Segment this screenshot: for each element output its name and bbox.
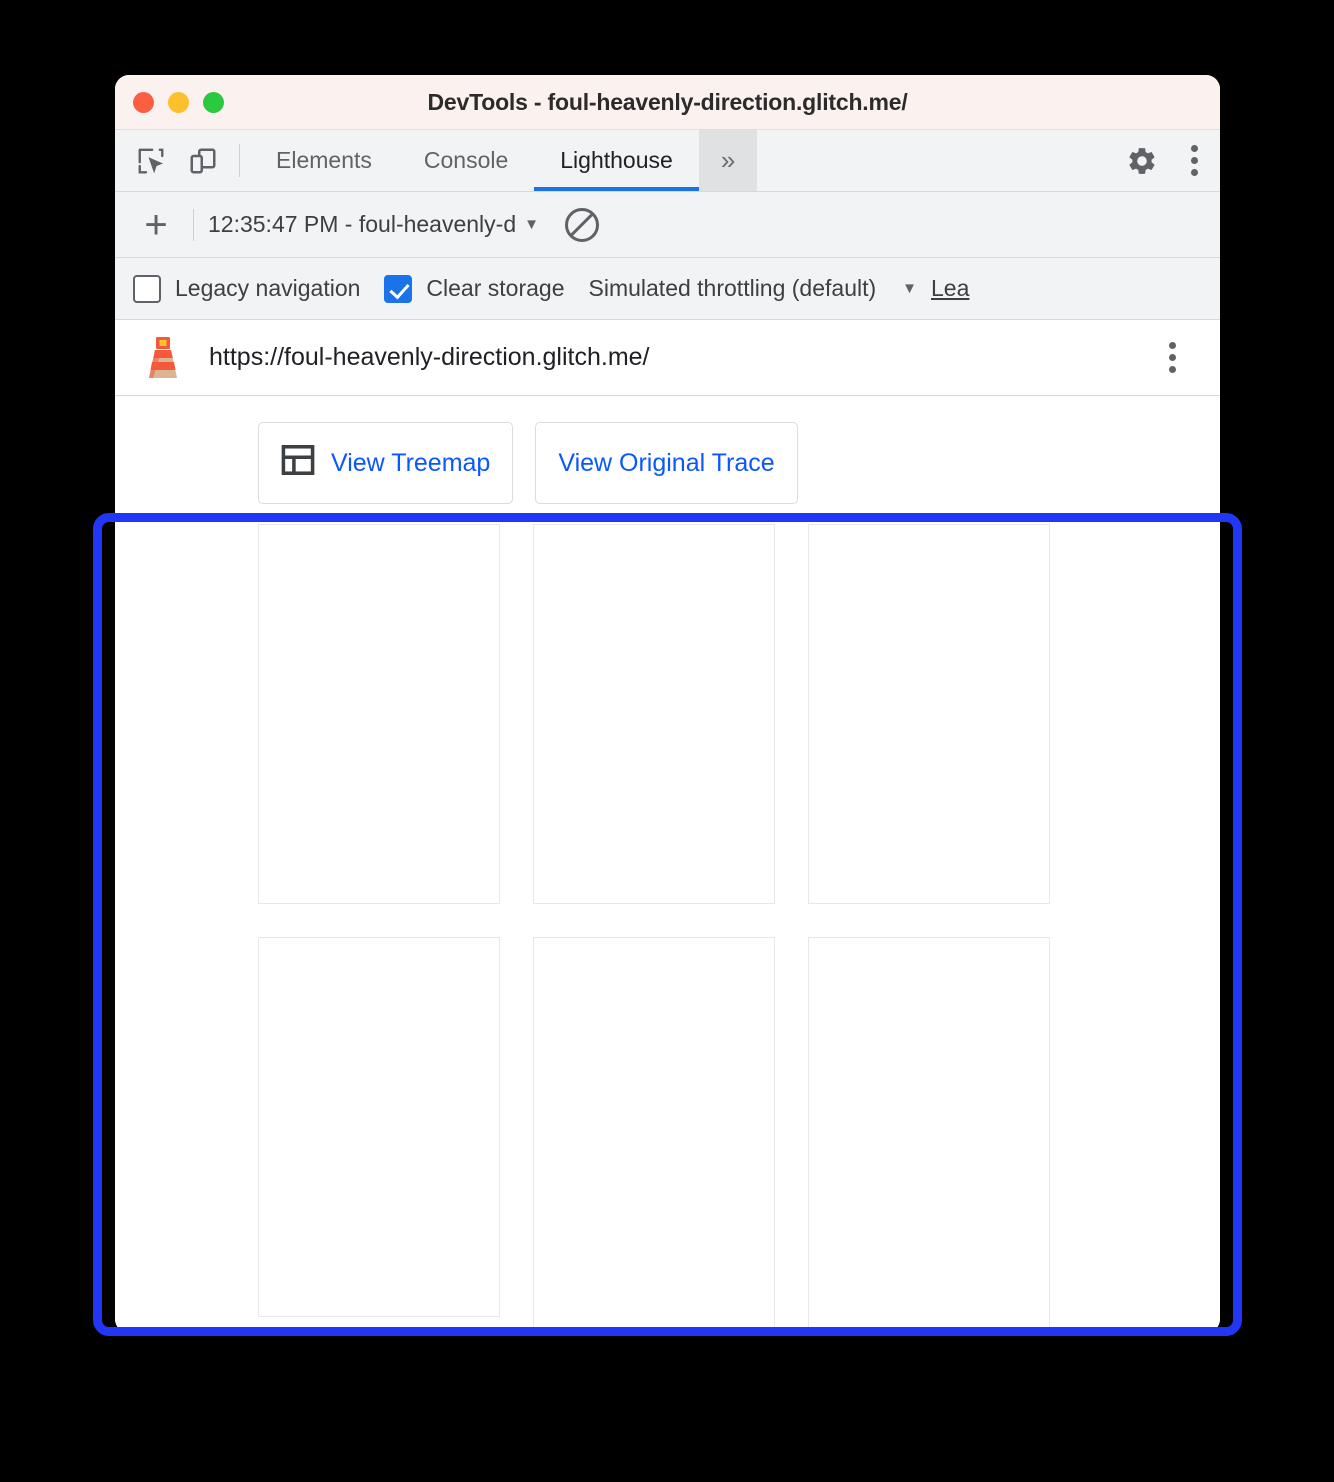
- report-action-buttons: View Treemap View Original Trace: [115, 396, 1220, 504]
- treemap-icon: [281, 444, 315, 482]
- view-original-trace-button[interactable]: View Original Trace: [535, 422, 798, 504]
- report-select[interactable]: 12:35:47 PM - foul-heavenly-d ▼: [208, 211, 539, 238]
- chevron-down-icon: ▼: [524, 216, 539, 233]
- legacy-navigation-checkbox[interactable]: [133, 274, 161, 303]
- devtools-window: DevTools - foul-heavenly-direction.glitc…: [115, 75, 1220, 1333]
- minimize-window-button[interactable]: [168, 91, 189, 113]
- clear-storage-checkbox[interactable]: [384, 274, 413, 303]
- devtools-tabstrip: Elements Console Lighthouse »: [115, 130, 1220, 192]
- settings-gear-icon[interactable]: [1116, 145, 1168, 177]
- more-options-icon[interactable]: [1168, 145, 1220, 176]
- filmstrip-frame-2[interactable]: [533, 524, 775, 904]
- window-titlebar: DevTools - foul-heavenly-direction.glitc…: [115, 75, 1220, 130]
- filmstrip-frame-4[interactable]: [258, 937, 500, 1317]
- inspect-element-icon[interactable]: [125, 130, 177, 191]
- toolbar-divider: [239, 144, 240, 177]
- runbar-divider: [193, 208, 194, 241]
- lighthouse-runbar: + 12:35:47 PM - foul-heavenly-d ▼: [115, 192, 1220, 258]
- legacy-navigation-label: Legacy navigation: [175, 275, 361, 301]
- device-toolbar-icon[interactable]: [177, 130, 229, 191]
- chevron-down-icon-throttling[interactable]: ▼: [902, 280, 917, 297]
- report-more-options-icon[interactable]: [1146, 342, 1198, 373]
- lighthouse-options-row: Legacy navigation Clear storage Simulate…: [115, 258, 1220, 320]
- clear-storage-label: Clear storage: [426, 275, 565, 301]
- view-treemap-label: View Treemap: [331, 448, 491, 477]
- lighthouse-icon: [141, 333, 185, 383]
- filmstrip-frame-3[interactable]: [808, 524, 1050, 904]
- tab-lighthouse[interactable]: Lighthouse: [534, 130, 699, 191]
- new-report-button[interactable]: +: [133, 205, 179, 245]
- more-tabs-button[interactable]: »: [698, 130, 758, 191]
- throttling-select-label[interactable]: Simulated throttling (default): [589, 275, 877, 302]
- view-original-trace-label: View Original Trace: [558, 448, 775, 477]
- clear-all-icon[interactable]: [564, 207, 599, 242]
- tab-elements[interactable]: Elements: [250, 130, 398, 191]
- panel-tabs: Elements Console Lighthouse »: [250, 130, 758, 191]
- screenshot-root: DevTools - foul-heavenly-direction.glitc…: [0, 0, 1334, 1482]
- report-url-row: https://foul-heavenly-direction.glitch.m…: [115, 320, 1220, 396]
- view-treemap-button[interactable]: View Treemap: [258, 422, 514, 504]
- maximize-window-button[interactable]: [203, 91, 224, 113]
- filmstrip-frame-6[interactable]: [808, 937, 1050, 1329]
- filmstrip: Tony's Favorite Foods Fesh Salty goodnes…: [115, 504, 1220, 1333]
- window-title: DevTools - foul-heavenly-direction.glitc…: [427, 88, 908, 115]
- window-traffic-lights[interactable]: [133, 91, 224, 113]
- report-select-label: 12:35:47 PM - foul-heavenly-d: [208, 211, 517, 237]
- learn-more-link[interactable]: Lea: [931, 275, 969, 302]
- close-window-button[interactable]: [133, 91, 154, 113]
- tab-console[interactable]: Console: [398, 130, 534, 191]
- report-url: https://foul-heavenly-direction.glitch.m…: [209, 343, 650, 371]
- tabstrip-right-controls: [1095, 130, 1220, 191]
- filmstrip-frame-1[interactable]: [258, 524, 500, 904]
- filmstrip-frame-5[interactable]: [533, 937, 775, 1329]
